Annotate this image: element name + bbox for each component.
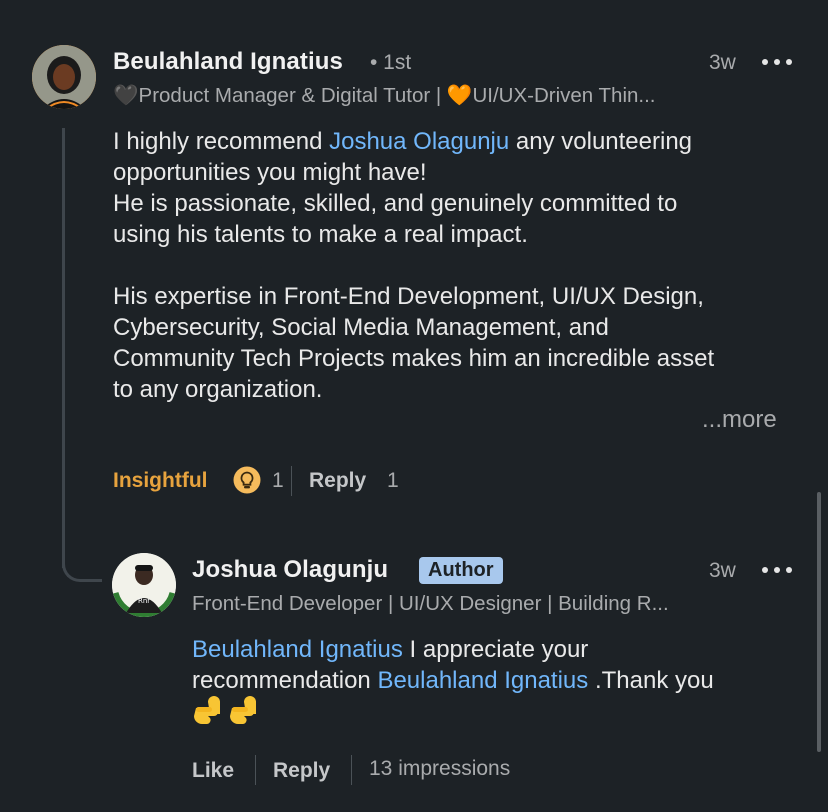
scrollbar[interactable] <box>817 492 821 752</box>
comment-body-line-4: using his talents to make a real impact. <box>113 221 528 248</box>
reply-author-name[interactable]: Joshua Olagunju <box>192 556 388 584</box>
avatar-beulahland[interactable] <box>32 45 96 109</box>
mention-beulahland[interactable]: Beulahland Ignatius <box>192 636 403 663</box>
impressions-count[interactable]: 13 impressions <box>369 757 510 781</box>
connection-degree: • 1st <box>370 51 412 74</box>
lightbulb-icon[interactable] <box>233 466 261 494</box>
see-more-link[interactable]: ...more <box>702 406 777 434</box>
comment-body-line-1: I highly recommend Joshua Olagunju any v… <box>113 128 693 155</box>
avatar-portrait-icon <box>32 45 96 109</box>
pointing-hand-emoji-icon <box>230 696 256 725</box>
reaction-insightful-button[interactable]: Insightful <box>113 469 207 493</box>
comment-author-name[interactable]: Beulahland Ignatius <box>113 48 343 76</box>
comment-body-line-8: to any organization. <box>113 376 323 403</box>
reply-author-headline: Front-End Developer | UI/UX Designer | B… <box>192 592 669 615</box>
avatar-portrait-icon: Rnr <box>112 553 176 617</box>
comment-body-line-7: Community Tech Projects makes him an inc… <box>113 345 715 372</box>
mention-beulahland[interactable]: Beulahland Ignatius <box>377 667 588 694</box>
action-divider <box>255 755 256 785</box>
avatar-joshua[interactable]: Rnr <box>112 553 176 617</box>
pointing-hand-emoji-icon <box>194 696 220 725</box>
comment-body-line-3: He is passionate, skilled, and genuinely… <box>113 190 678 217</box>
comment-body-line-5: His expertise in Front-End Development, … <box>113 283 704 310</box>
action-divider <box>291 466 292 496</box>
reply-count[interactable]: 1 <box>387 469 399 493</box>
action-divider <box>351 755 352 785</box>
comment-author-headline: 🖤Product Manager & Digital Tutor | 🧡UI/U… <box>113 84 656 107</box>
reaction-count[interactable]: 1 <box>272 469 284 493</box>
comment-timestamp: 3w <box>709 51 736 74</box>
reply-button[interactable]: Reply <box>309 469 366 493</box>
reply-timestamp: 3w <box>709 559 736 582</box>
thread-connector-curve <box>62 552 102 582</box>
thread-connector-line <box>62 128 65 568</box>
reply-body-line-1: Beulahland Ignatius I appreciate your <box>192 636 589 663</box>
comment-thread: Beulahland Ignatius • 1st 3w 🖤Product Ma… <box>0 0 828 812</box>
mention-joshua[interactable]: Joshua Olagunju <box>329 128 509 155</box>
like-button[interactable]: Like <box>192 759 234 783</box>
reply-more-options-icon[interactable] <box>762 560 792 580</box>
reply-body-line-2: recommendation Beulahland Ignatius .Than… <box>192 667 714 694</box>
reply-reply-button[interactable]: Reply <box>273 759 330 783</box>
comment-body-line-2: opportunities you might have! <box>113 159 427 186</box>
comment-body-line-6: Cybersecurity, Social Media Management, … <box>113 314 609 341</box>
svg-text:Rnr: Rnr <box>138 597 150 605</box>
comment-more-options-icon[interactable] <box>762 52 792 72</box>
author-badge: Author <box>419 557 503 584</box>
